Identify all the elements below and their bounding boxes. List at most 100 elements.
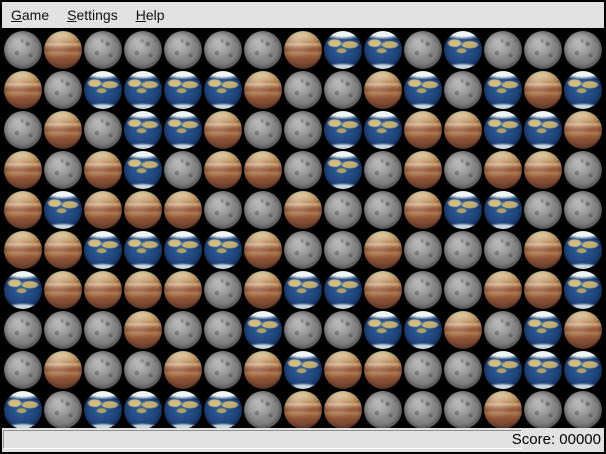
ball-moon[interactable] [284, 231, 322, 269]
ball-moon[interactable] [404, 271, 442, 309]
ball-jupiter[interactable] [404, 191, 442, 229]
ball-earth[interactable] [84, 71, 122, 109]
menu-item-game[interactable]: Game [2, 2, 58, 28]
ball-moon[interactable] [44, 311, 82, 349]
ball-moon[interactable] [84, 311, 122, 349]
ball-jupiter[interactable] [244, 231, 282, 269]
ball-moon[interactable] [44, 151, 82, 189]
ball-earth[interactable] [404, 71, 442, 109]
ball-jupiter[interactable] [124, 311, 162, 349]
ball-earth[interactable] [564, 271, 602, 309]
ball-moon[interactable] [44, 391, 82, 429]
ball-earth[interactable] [164, 391, 202, 429]
ball-jupiter[interactable] [4, 231, 42, 269]
ball-jupiter[interactable] [524, 231, 562, 269]
ball-jupiter[interactable] [364, 71, 402, 109]
ball-jupiter[interactable] [204, 151, 242, 189]
ball-moon[interactable] [84, 351, 122, 389]
ball-jupiter[interactable] [444, 111, 482, 149]
ball-jupiter[interactable] [524, 151, 562, 189]
ball-moon[interactable] [364, 151, 402, 189]
menu-item-help[interactable]: Help [127, 2, 174, 28]
ball-jupiter[interactable] [484, 391, 522, 429]
ball-earth[interactable] [324, 31, 362, 69]
ball-earth[interactable] [564, 351, 602, 389]
ball-moon[interactable] [444, 151, 482, 189]
ball-moon[interactable] [124, 351, 162, 389]
ball-jupiter[interactable] [484, 151, 522, 189]
game-board[interactable] [2, 28, 604, 428]
ball-moon[interactable] [484, 231, 522, 269]
ball-moon[interactable] [84, 111, 122, 149]
ball-jupiter[interactable] [164, 351, 202, 389]
ball-earth[interactable] [404, 311, 442, 349]
ball-earth[interactable] [524, 111, 562, 149]
ball-jupiter[interactable] [244, 151, 282, 189]
ball-jupiter[interactable] [524, 71, 562, 109]
ball-moon[interactable] [124, 31, 162, 69]
ball-moon[interactable] [324, 191, 362, 229]
ball-jupiter[interactable] [124, 191, 162, 229]
ball-jupiter[interactable] [164, 271, 202, 309]
ball-moon[interactable] [164, 311, 202, 349]
ball-earth[interactable] [244, 311, 282, 349]
ball-moon[interactable] [564, 191, 602, 229]
ball-jupiter[interactable] [284, 31, 322, 69]
ball-moon[interactable] [564, 391, 602, 429]
ball-jupiter[interactable] [84, 151, 122, 189]
ball-moon[interactable] [484, 311, 522, 349]
ball-jupiter[interactable] [364, 351, 402, 389]
ball-jupiter[interactable] [324, 391, 362, 429]
ball-jupiter[interactable] [324, 351, 362, 389]
ball-earth[interactable] [84, 391, 122, 429]
ball-moon[interactable] [444, 351, 482, 389]
ball-jupiter[interactable] [404, 151, 442, 189]
ball-moon[interactable] [244, 391, 282, 429]
ball-earth[interactable] [164, 231, 202, 269]
ball-earth[interactable] [324, 271, 362, 309]
ball-jupiter[interactable] [4, 151, 42, 189]
ball-moon[interactable] [404, 231, 442, 269]
ball-jupiter[interactable] [484, 271, 522, 309]
ball-earth[interactable] [124, 391, 162, 429]
ball-jupiter[interactable] [364, 231, 402, 269]
ball-moon[interactable] [164, 31, 202, 69]
ball-moon[interactable] [444, 231, 482, 269]
ball-moon[interactable] [244, 31, 282, 69]
ball-earth[interactable] [484, 111, 522, 149]
ball-moon[interactable] [484, 31, 522, 69]
ball-jupiter[interactable] [244, 271, 282, 309]
ball-jupiter[interactable] [244, 351, 282, 389]
ball-jupiter[interactable] [44, 31, 82, 69]
ball-moon[interactable] [324, 311, 362, 349]
ball-jupiter[interactable] [524, 271, 562, 309]
ball-moon[interactable] [364, 391, 402, 429]
ball-earth[interactable] [284, 351, 322, 389]
ball-moon[interactable] [284, 71, 322, 109]
ball-jupiter[interactable] [44, 111, 82, 149]
ball-earth[interactable] [124, 231, 162, 269]
ball-earth[interactable] [124, 111, 162, 149]
ball-moon[interactable] [284, 311, 322, 349]
ball-moon[interactable] [44, 71, 82, 109]
ball-moon[interactable] [244, 191, 282, 229]
ball-moon[interactable] [444, 391, 482, 429]
ball-jupiter[interactable] [84, 271, 122, 309]
ball-jupiter[interactable] [4, 191, 42, 229]
ball-jupiter[interactable] [444, 311, 482, 349]
menu-item-settings[interactable]: Settings [58, 2, 127, 28]
ball-moon[interactable] [444, 71, 482, 109]
ball-earth[interactable] [4, 391, 42, 429]
ball-earth[interactable] [204, 71, 242, 109]
ball-moon[interactable] [324, 231, 362, 269]
ball-earth[interactable] [204, 391, 242, 429]
ball-moon[interactable] [204, 311, 242, 349]
ball-jupiter[interactable] [284, 191, 322, 229]
ball-earth[interactable] [324, 111, 362, 149]
ball-moon[interactable] [404, 351, 442, 389]
ball-moon[interactable] [204, 191, 242, 229]
ball-jupiter[interactable] [564, 111, 602, 149]
ball-jupiter[interactable] [164, 191, 202, 229]
ball-earth[interactable] [484, 71, 522, 109]
ball-earth[interactable] [324, 151, 362, 189]
